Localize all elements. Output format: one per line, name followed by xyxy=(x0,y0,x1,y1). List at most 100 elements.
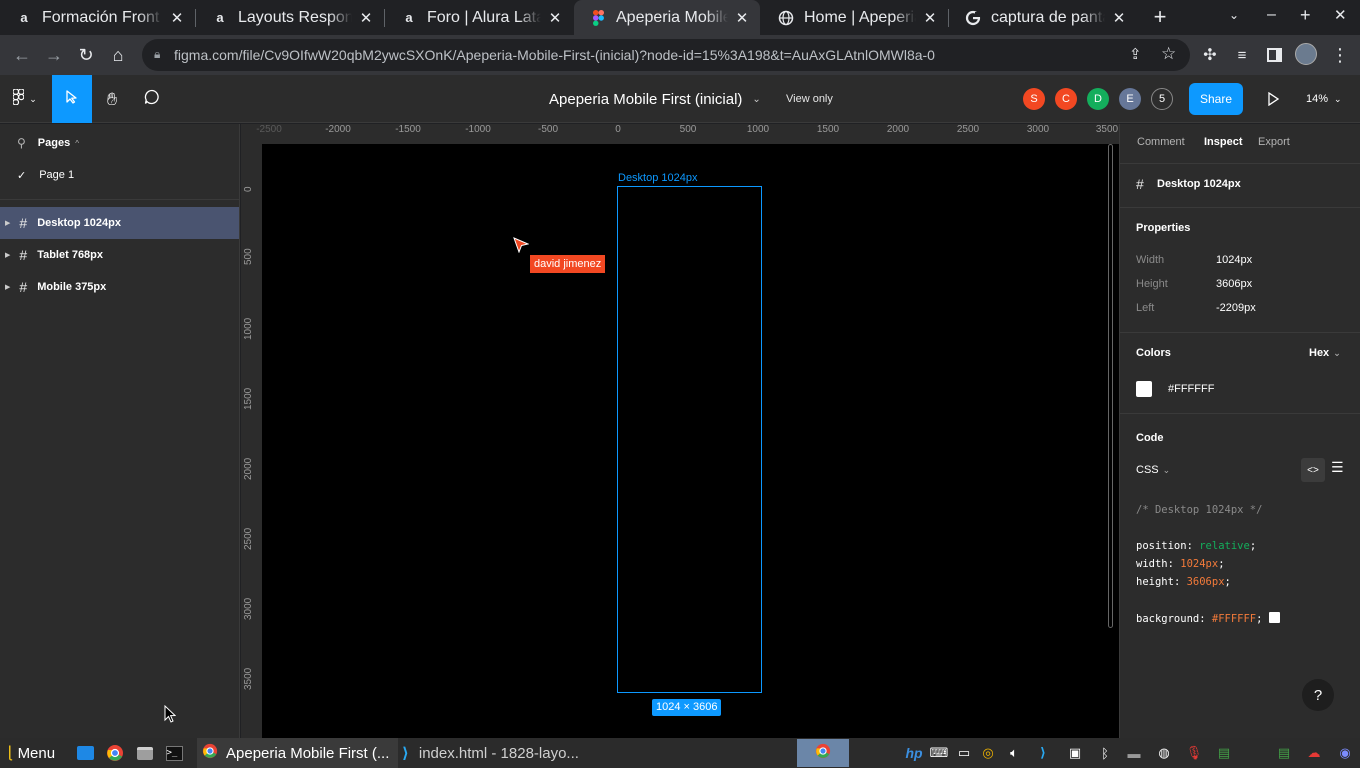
expand-caret-icon[interactable]: ▶ xyxy=(5,219,10,227)
browser-tab[interactable]: a Formación Front E ✕ xyxy=(0,0,195,35)
pages-header[interactable]: ⚲ Pages ^ xyxy=(0,127,239,159)
color-format-select[interactable]: Hex ⌄ xyxy=(1309,347,1341,359)
side-panel-icon[interactable] xyxy=(1262,43,1286,67)
page-item-page-1[interactable]: ✓ Page 1 xyxy=(0,159,239,191)
tab-comment[interactable]: Comment xyxy=(1137,136,1185,148)
code-view-icon[interactable]: <> xyxy=(1301,458,1325,482)
property-value[interactable]: 1024px xyxy=(1216,254,1252,266)
maximize-icon[interactable]: + xyxy=(1300,5,1311,26)
android-icon[interactable]: ▤ xyxy=(1215,744,1233,762)
discord-icon[interactable]: ◉ xyxy=(1336,744,1354,762)
browser-tab[interactable]: a Layouts Responsi ✕ xyxy=(196,0,384,35)
expand-caret-icon[interactable]: ▶ xyxy=(5,251,10,259)
share-page-icon[interactable]: ⇪ xyxy=(1129,45,1142,63)
help-button[interactable]: ? xyxy=(1302,679,1334,711)
property-label: Left xyxy=(1136,302,1155,314)
ruler-tick: 1500 xyxy=(816,124,840,135)
collaborator-avatar[interactable]: E xyxy=(1119,88,1141,110)
address-bar[interactable]: 🔒︎ figma.com/file/Cv9OIfwW20qbM2ywcSXOnK… xyxy=(142,39,1190,71)
terminal-icon[interactable]: >_ xyxy=(165,744,183,762)
tab-inspect[interactable]: Inspect xyxy=(1204,136,1243,148)
file-manager-icon[interactable] xyxy=(136,744,154,762)
collaborator-avatar[interactable]: C xyxy=(1055,88,1077,110)
property-value[interactable]: 3606px xyxy=(1216,278,1252,290)
keyboard-icon[interactable]: ⌨ xyxy=(930,744,949,762)
move-tool-button[interactable] xyxy=(52,75,92,123)
browser-menu-icon[interactable]: ⋮ xyxy=(1328,43,1352,67)
layer-desktop-1024[interactable]: ▶ # Desktop 1024px xyxy=(0,207,239,239)
reload-icon[interactable]: ↻ xyxy=(74,43,98,67)
close-tab-icon[interactable]: ✕ xyxy=(169,9,185,27)
collaborator-avatar[interactable]: D xyxy=(1087,88,1109,110)
close-tab-icon[interactable]: ✕ xyxy=(734,9,750,27)
code-line: width: 1024px; xyxy=(1136,558,1225,570)
chrome-launcher-icon[interactable] xyxy=(106,744,124,762)
extensions-icon[interactable]: ✣ xyxy=(1198,43,1222,67)
more-collaborators-count[interactable]: 5 xyxy=(1151,88,1173,110)
workspace-switcher[interactable] xyxy=(797,739,849,767)
hand-tool-button[interactable]: ✋︎ xyxy=(92,75,132,123)
share-button[interactable]: Share xyxy=(1189,83,1243,115)
layer-tablet-768[interactable]: ▶ # Tablet 768px xyxy=(0,239,239,271)
forward-icon[interactable]: → xyxy=(42,43,66,67)
start-menu-button[interactable]: ɭ Menu xyxy=(8,738,55,768)
back-icon[interactable]: ← xyxy=(10,43,34,67)
microphone-icon[interactable]: 🎙︎ xyxy=(1185,744,1203,762)
layer-name: Mobile 375px xyxy=(37,281,107,293)
design-canvas[interactable]: Desktop 1024px 1024 × 3606 david jimenez xyxy=(262,144,1119,738)
profile-avatar[interactable] xyxy=(1295,43,1317,65)
bluetooth-icon[interactable]: ᛒ xyxy=(1096,744,1114,762)
lock-icon[interactable]: 🔒︎ xyxy=(154,47,160,62)
minimize-icon[interactable]: – xyxy=(1267,6,1276,24)
tab-search-chevron-icon[interactable]: ⌄ xyxy=(1229,8,1239,22)
url-text[interactable]: figma.com/file/Cv9OIfwW20qbM2ywcSXOnK/Ap… xyxy=(174,47,935,63)
media-icon[interactable]: ≡ xyxy=(1230,43,1254,67)
browser-tab[interactable]: Home | Apeperia ✕ xyxy=(762,0,948,35)
property-label: Height xyxy=(1136,278,1168,290)
browser-tab[interactable]: captura de pantal ✕ xyxy=(949,0,1137,35)
hp-icon[interactable]: hp xyxy=(905,744,923,762)
home-icon[interactable]: ⌂ xyxy=(106,43,130,67)
color-hex-value[interactable]: #FFFFFF xyxy=(1168,383,1214,395)
color-swatch[interactable] xyxy=(1136,381,1152,397)
volume-icon[interactable]: 🔈︎ xyxy=(1005,744,1023,762)
figma-main-menu-button[interactable]: ⌄ xyxy=(0,75,50,123)
network-icon[interactable]: ▣ xyxy=(1066,744,1084,762)
frame-label[interactable]: Desktop 1024px xyxy=(618,172,698,184)
cursor-arrow-icon xyxy=(66,89,78,109)
taskbar-window-chrome[interactable]: Apeperia Mobile First (... xyxy=(197,738,398,768)
list-view-icon[interactable]: ☰ xyxy=(1331,459,1344,476)
download-icon[interactable]: ☁ xyxy=(1305,744,1323,762)
show-desktop-icon[interactable] xyxy=(76,744,94,762)
layer-mobile-375[interactable]: ▶ # Mobile 375px xyxy=(0,271,239,303)
tab-export[interactable]: Export xyxy=(1258,136,1290,148)
vscode-tray-icon[interactable]: ⟩ xyxy=(1034,744,1052,762)
window-icon[interactable]: ▭ xyxy=(955,744,973,762)
display-icon[interactable]: ▬ xyxy=(1125,744,1143,762)
code-language-select[interactable]: CSS ⌄ xyxy=(1136,464,1170,476)
close-tab-icon[interactable]: ✕ xyxy=(922,9,938,27)
close-window-icon[interactable]: ✕ xyxy=(1334,6,1347,24)
ruler-tick: 2500 xyxy=(956,124,980,135)
comment-tool-button[interactable] xyxy=(132,75,172,123)
update-icon[interactable]: ◎ xyxy=(979,744,997,762)
bookmark-star-icon[interactable]: ☆ xyxy=(1161,44,1176,64)
canvas-scrollbar[interactable] xyxy=(1108,144,1113,628)
selected-frame[interactable] xyxy=(617,186,762,693)
collaborator-avatar[interactable]: S xyxy=(1023,88,1045,110)
close-tab-icon[interactable]: ✕ xyxy=(358,9,374,27)
new-tab-icon[interactable]: + xyxy=(1149,6,1171,28)
property-value[interactable]: -2209px xyxy=(1216,302,1256,314)
browser-tab-active[interactable]: Apeperia Mobile F ✕ xyxy=(574,0,760,35)
vpn-icon[interactable]: ◍ xyxy=(1155,744,1173,762)
file-title[interactable]: Apeperia Mobile First (inicial) ⌄ xyxy=(549,75,761,123)
taskbar-window-vscode[interactable]: ⟩ index.html - 1828-layo... xyxy=(399,738,599,768)
expand-caret-icon[interactable]: ▶ xyxy=(5,283,10,291)
close-tab-icon[interactable]: ✕ xyxy=(1111,9,1127,27)
close-tab-icon[interactable]: ✕ xyxy=(547,9,563,27)
android-icon[interactable]: ▤ xyxy=(1275,744,1293,762)
zoom-menu[interactable]: 14% ⌄ xyxy=(1306,75,1342,123)
present-play-icon[interactable] xyxy=(1261,75,1285,123)
browser-tab[interactable]: a Foro | Alura Latam ✕ xyxy=(385,0,573,35)
search-icon[interactable]: ⚲ xyxy=(17,136,26,150)
